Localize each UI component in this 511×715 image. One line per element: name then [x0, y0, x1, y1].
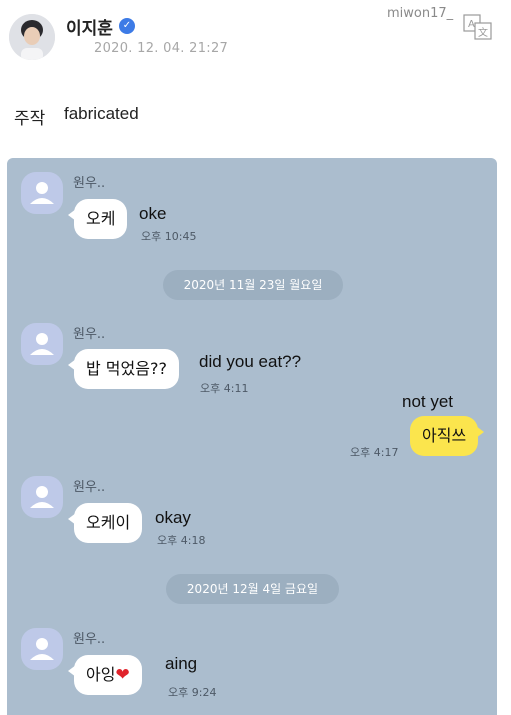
sender-name: 원우..	[73, 327, 106, 342]
my-message-bubble: 아직쓰	[410, 416, 485, 456]
message-time: 오후 10:45	[141, 230, 197, 243]
sender-avatar-icon	[21, 628, 63, 670]
translate-icon[interactable]: A 文	[463, 14, 493, 40]
message-time: 오후 4:18	[157, 534, 206, 547]
svg-text:A: A	[468, 19, 475, 30]
chat-screenshot: 원우.. 오케 oke 오후 10:45 2020년 11월 23일 월요일 원…	[7, 158, 497, 715]
uploader-handle: miwon17_	[387, 6, 454, 21]
message-time: 오후 9:24	[168, 686, 217, 699]
verified-badge-icon: ✓	[119, 18, 135, 34]
svg-text:文: 文	[478, 26, 488, 39]
translation: did you eat??	[199, 352, 302, 371]
message-bubble: 아잉❤	[68, 655, 142, 695]
sender-avatar-icon	[21, 476, 63, 518]
sender-name: 원우..	[73, 176, 106, 191]
date-divider: 2020년 11월 23일 월요일	[163, 270, 343, 300]
note-text: fabricated	[64, 104, 139, 123]
message-bubble: 오케이	[67, 503, 143, 543]
sender-avatar-icon	[21, 323, 63, 365]
message-bubble: 오케	[67, 199, 128, 239]
translation: oke	[139, 204, 167, 223]
message-time: 오후 4:11	[200, 382, 249, 395]
sender-name: 원우..	[73, 480, 106, 495]
sender-name: 원우..	[73, 632, 106, 647]
message-text: 아잉	[86, 665, 116, 684]
translation: okay	[155, 508, 191, 527]
date-divider: 2020년 12월 4일 금요일	[166, 574, 339, 604]
message-time: 오후 4:17	[350, 446, 399, 459]
translation: aing	[165, 654, 198, 673]
message-bubble: 밥 먹었음??	[68, 349, 179, 389]
translation: not yet	[402, 392, 454, 411]
author-avatar[interactable]	[9, 14, 55, 60]
post-date: 2020. 12. 04. 21:27	[94, 41, 229, 56]
heart-icon: ❤	[115, 665, 130, 685]
sender-avatar-icon	[21, 172, 63, 214]
note-label: 주작	[14, 109, 46, 129]
author-name[interactable]: 이지훈	[66, 14, 113, 39]
